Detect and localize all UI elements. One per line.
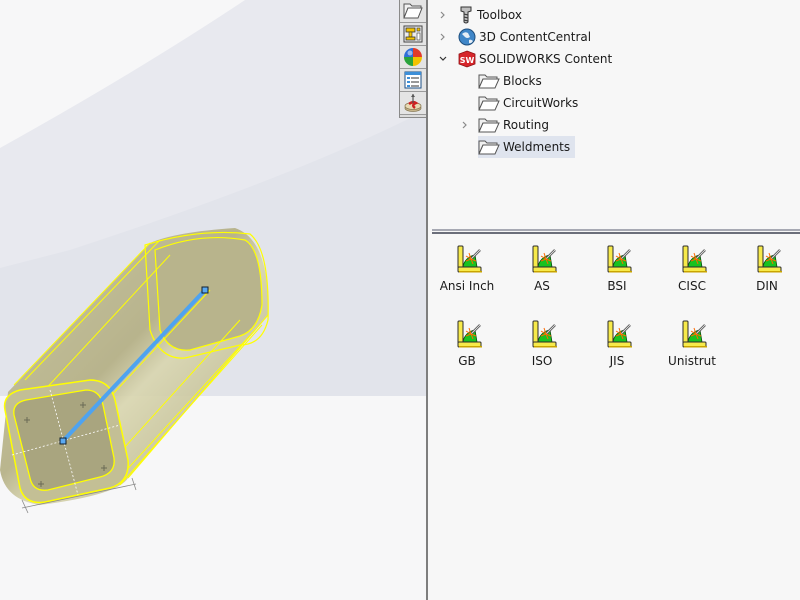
library-item-bsi[interactable]: BSI [582, 236, 652, 306]
tree-item-label: 3D ContentCentral [479, 30, 592, 44]
design-library-pane: Toolbox 3D ContentCentral SW SOLIDWORKS … [426, 0, 800, 600]
tab-design-library[interactable] [400, 0, 426, 23]
resources-icon [404, 94, 422, 112]
task-pane-tabs [399, 0, 426, 118]
tree-item-blocks[interactable]: Blocks [478, 70, 545, 92]
weldment-tube-model[interactable] [0, 0, 426, 600]
collapse-chevron-down-icon[interactable] [438, 54, 448, 64]
tree-item-solidworks-content[interactable]: SW SOLIDWORKS Content [438, 48, 615, 70]
tree-item-label: SOLIDWORKS Content [479, 52, 613, 66]
library-item-gb[interactable]: GB [432, 311, 502, 381]
toolbox-bolt-icon [460, 6, 472, 24]
selection-highlight: Weldments [478, 136, 576, 158]
library-items-view: Ansi Inch AS BSI CISC DIN GB ISO JIS Uni… [428, 236, 800, 600]
tree-item-label: Toolbox [477, 8, 522, 22]
globe-icon [458, 28, 476, 46]
tree-item-label: CircuitWorks [503, 96, 579, 110]
tree-item-label: Blocks [503, 74, 542, 88]
library-item-label: JIS [609, 354, 625, 368]
weldment-standard-icon [606, 244, 633, 274]
sketch-endpoint-end[interactable] [201, 286, 209, 294]
file-explorer-icon [403, 25, 423, 43]
folder-icon [478, 118, 500, 133]
expand-chevron-right-icon[interactable] [438, 32, 448, 42]
custom-properties-icon [404, 71, 422, 89]
folder-icon [478, 96, 500, 111]
tree-item-circuitworks[interactable]: CircuitWorks [478, 92, 581, 114]
folder-icon [478, 74, 500, 89]
svg-text:SW: SW [460, 56, 475, 65]
expand-chevron-right-icon[interactable] [438, 10, 448, 20]
tree-item-weldments[interactable]: Weldments [478, 136, 576, 158]
pane-splitter[interactable] [432, 229, 800, 235]
appearances-sphere-icon [404, 48, 422, 66]
folder-icon [478, 140, 500, 155]
sketch-endpoint-start[interactable] [59, 437, 67, 445]
tree-item-3d-contentcentral[interactable]: 3D ContentCentral [438, 26, 594, 48]
design-library-tree: Toolbox 3D ContentCentral SW SOLIDWORKS … [428, 0, 800, 228]
library-item-label: Ansi Inch [439, 279, 495, 293]
library-item-cisc[interactable]: CISC [657, 236, 727, 306]
library-item-label: DIN [756, 279, 778, 293]
library-item-label: ISO [531, 354, 553, 368]
weldment-standard-icon [756, 244, 783, 274]
library-item-unistrut[interactable]: Unistrut [657, 311, 727, 381]
weldment-standard-icon [531, 244, 558, 274]
tab-file-explorer[interactable] [400, 23, 426, 46]
library-item-label: Unistrut [668, 354, 716, 368]
graphics-area[interactable] [0, 0, 426, 600]
tube-body [0, 228, 269, 514]
library-item-jis[interactable]: JIS [582, 311, 652, 381]
weldment-standard-icon [531, 319, 558, 349]
weldment-standard-icon [456, 319, 483, 349]
tree-item-toolbox[interactable]: Toolbox [438, 4, 525, 26]
tree-item-label: Routing [503, 118, 550, 132]
tab-custom-properties[interactable] [400, 69, 426, 92]
library-item-din[interactable]: DIN [732, 236, 800, 306]
library-item-label: BSI [607, 279, 627, 293]
tree-item-routing[interactable]: Routing [460, 114, 552, 136]
weldment-standard-icon [681, 244, 708, 274]
solidworks-window: Toolbox 3D ContentCentral SW SOLIDWORKS … [0, 0, 800, 600]
weldment-standard-icon [606, 319, 633, 349]
library-item-label: AS [534, 279, 550, 293]
library-item-label: GB [458, 354, 476, 368]
solidworks-logo-icon: SW [458, 50, 476, 68]
weldment-standard-icon [456, 244, 483, 274]
tab-appearances[interactable] [400, 46, 426, 69]
tab-solidworks-resources[interactable] [400, 92, 426, 115]
tree-item-label: Weldments [503, 140, 571, 154]
weldment-standard-icon [681, 319, 708, 349]
library-item-as[interactable]: AS [507, 236, 577, 306]
expand-chevron-right-icon[interactable] [460, 120, 470, 130]
open-folder-icon [403, 3, 423, 19]
library-item-ansi-inch[interactable]: Ansi Inch [432, 236, 502, 306]
library-item-label: CISC [678, 279, 706, 293]
library-item-iso[interactable]: ISO [507, 311, 577, 381]
